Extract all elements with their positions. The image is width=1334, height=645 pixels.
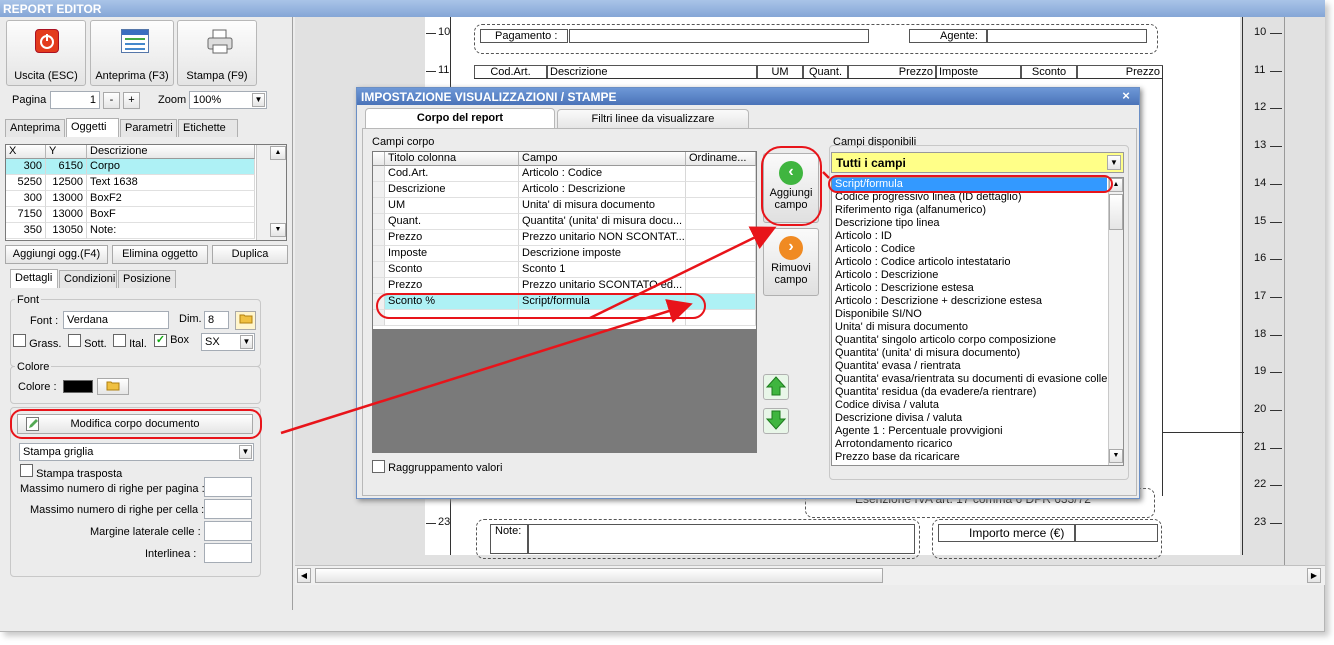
annotation-arrow-3 [822, 171, 830, 179]
annotation-arrow-1 [280, 299, 693, 435]
annotation-arrows [280, 171, 830, 435]
annotation-arrow-2 [589, 226, 777, 320]
